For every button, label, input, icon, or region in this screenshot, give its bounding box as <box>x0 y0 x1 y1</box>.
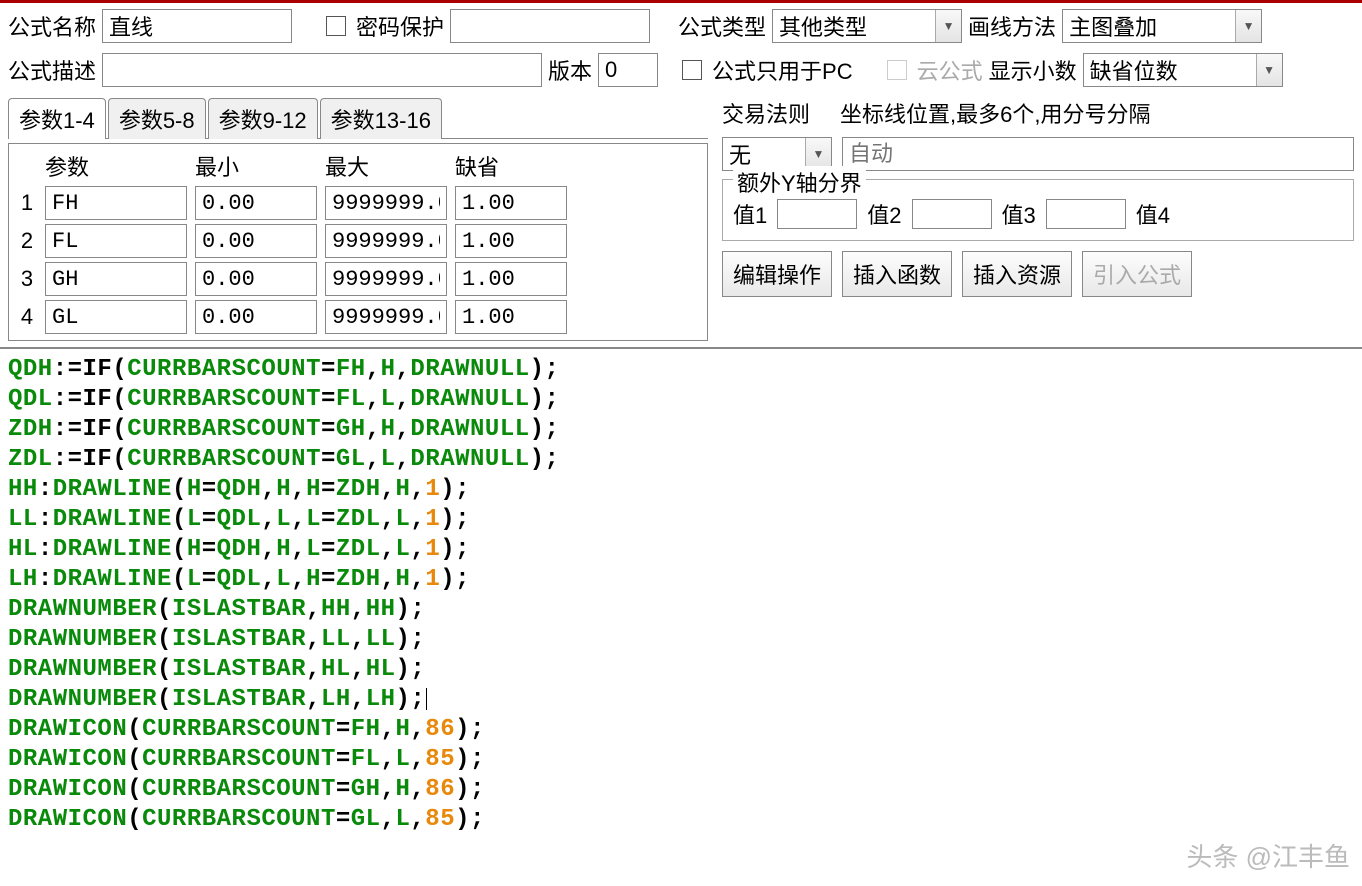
params-tabs: 参数1-4参数5-8参数9-12参数13-16 <box>8 97 708 139</box>
val1-label: 值1 <box>733 198 767 230</box>
coord-label: 坐标线位置,最多6个,用分号分隔 <box>840 97 1150 129</box>
decimals-combo[interactable]: 缺省位数 ▼ <box>1083 53 1283 87</box>
param-min-input[interactable] <box>195 262 317 296</box>
watermark: 头条 @江丰鱼 <box>1186 837 1350 874</box>
param-max-input[interactable] <box>325 262 447 296</box>
formula-desc-input[interactable] <box>102 53 542 87</box>
param-name-input[interactable] <box>45 300 187 334</box>
param-index: 1 <box>13 188 41 218</box>
param-min-input[interactable] <box>195 300 317 334</box>
formula-name-label: 公式名称 <box>8 10 96 42</box>
param-def-input[interactable] <box>455 262 567 296</box>
pwd-protect-checkbox[interactable] <box>326 16 346 36</box>
import-formula-button: 引入公式 <box>1082 251 1192 297</box>
param-name-input[interactable] <box>45 224 187 258</box>
param-min-input[interactable] <box>195 186 317 220</box>
formula-type-combo[interactable]: 其他类型 ▼ <box>772 9 962 43</box>
cloud-label: 云公式 <box>917 54 983 86</box>
param-def-input[interactable] <box>455 300 567 334</box>
pwd-input[interactable] <box>450 9 650 43</box>
draw-method-label: 画线方法 <box>968 10 1056 42</box>
chevron-down-icon[interactable]: ▼ <box>935 10 961 42</box>
insert-func-button[interactable]: 插入函数 <box>842 251 952 297</box>
param-header-min: 最小 <box>191 148 321 184</box>
tab-params-2[interactable]: 参数5-8 <box>108 98 206 139</box>
param-row: 2 <box>13 222 703 260</box>
edit-ops-button[interactable]: 编辑操作 <box>722 251 832 297</box>
trade-rule-label: 交易法则 <box>722 97 810 129</box>
val3-label: 值3 <box>1002 198 1036 230</box>
version-label: 版本 <box>548 54 592 86</box>
coord-input[interactable] <box>842 137 1354 171</box>
form-area: 公式名称 密码保护 公式类型 其他类型 ▼ 画线方法 主图叠加 ▼ 公式描述 版… <box>0 3 1362 341</box>
param-min-input[interactable] <box>195 224 317 258</box>
param-name-input[interactable] <box>45 186 187 220</box>
val2-input[interactable] <box>912 199 992 229</box>
tab-params-1[interactable]: 参数1-4 <box>8 98 106 139</box>
param-def-input[interactable] <box>455 224 567 258</box>
params-table: 参数 最小 最大 缺省 1 2 3 4 <box>8 143 708 341</box>
param-header-def: 缺省 <box>451 148 571 184</box>
val1-input[interactable] <box>777 199 857 229</box>
param-max-input[interactable] <box>325 224 447 258</box>
param-def-input[interactable] <box>455 186 567 220</box>
param-row: 3 <box>13 260 703 298</box>
param-index: 3 <box>13 264 41 294</box>
val3-input[interactable] <box>1046 199 1126 229</box>
pc-only-label: 公式只用于PC <box>712 54 853 86</box>
draw-method-combo[interactable]: 主图叠加 ▼ <box>1062 9 1262 43</box>
param-name-input[interactable] <box>45 262 187 296</box>
param-row: 1 <box>13 184 703 222</box>
yaxis-title: 额外Y轴分界 <box>733 166 866 198</box>
val2-label: 值2 <box>867 198 901 230</box>
param-max-input[interactable] <box>325 300 447 334</box>
pwd-protect-label: 密码保护 <box>356 10 444 42</box>
param-index: 2 <box>13 226 41 256</box>
chevron-down-icon[interactable]: ▼ <box>1235 10 1261 42</box>
formula-desc-label: 公式描述 <box>8 54 96 86</box>
tab-params-3[interactable]: 参数9-12 <box>208 98 318 139</box>
insert-res-button[interactable]: 插入资源 <box>962 251 1072 297</box>
version-input[interactable] <box>598 53 658 87</box>
param-row: 4 <box>13 298 703 336</box>
param-max-input[interactable] <box>325 186 447 220</box>
yaxis-fieldset: 额外Y轴分界 值1 值2 值3 值4 <box>722 179 1354 241</box>
code-editor[interactable]: QDH:=IF(CURRBARSCOUNT=FH,H,DRAWNULL);QDL… <box>0 347 1362 841</box>
param-header-name: 参数 <box>41 148 191 184</box>
pc-only-checkbox[interactable] <box>682 60 702 80</box>
cloud-checkbox <box>887 60 907 80</box>
param-header-max: 最大 <box>321 148 451 184</box>
param-index: 4 <box>13 302 41 332</box>
chevron-down-icon[interactable]: ▼ <box>1256 54 1282 86</box>
decimals-label: 显示小数 <box>989 54 1077 86</box>
tab-params-4[interactable]: 参数13-16 <box>320 98 442 139</box>
formula-name-input[interactable] <box>102 9 292 43</box>
formula-type-label: 公式类型 <box>678 10 766 42</box>
val4-label: 值4 <box>1136 198 1170 230</box>
